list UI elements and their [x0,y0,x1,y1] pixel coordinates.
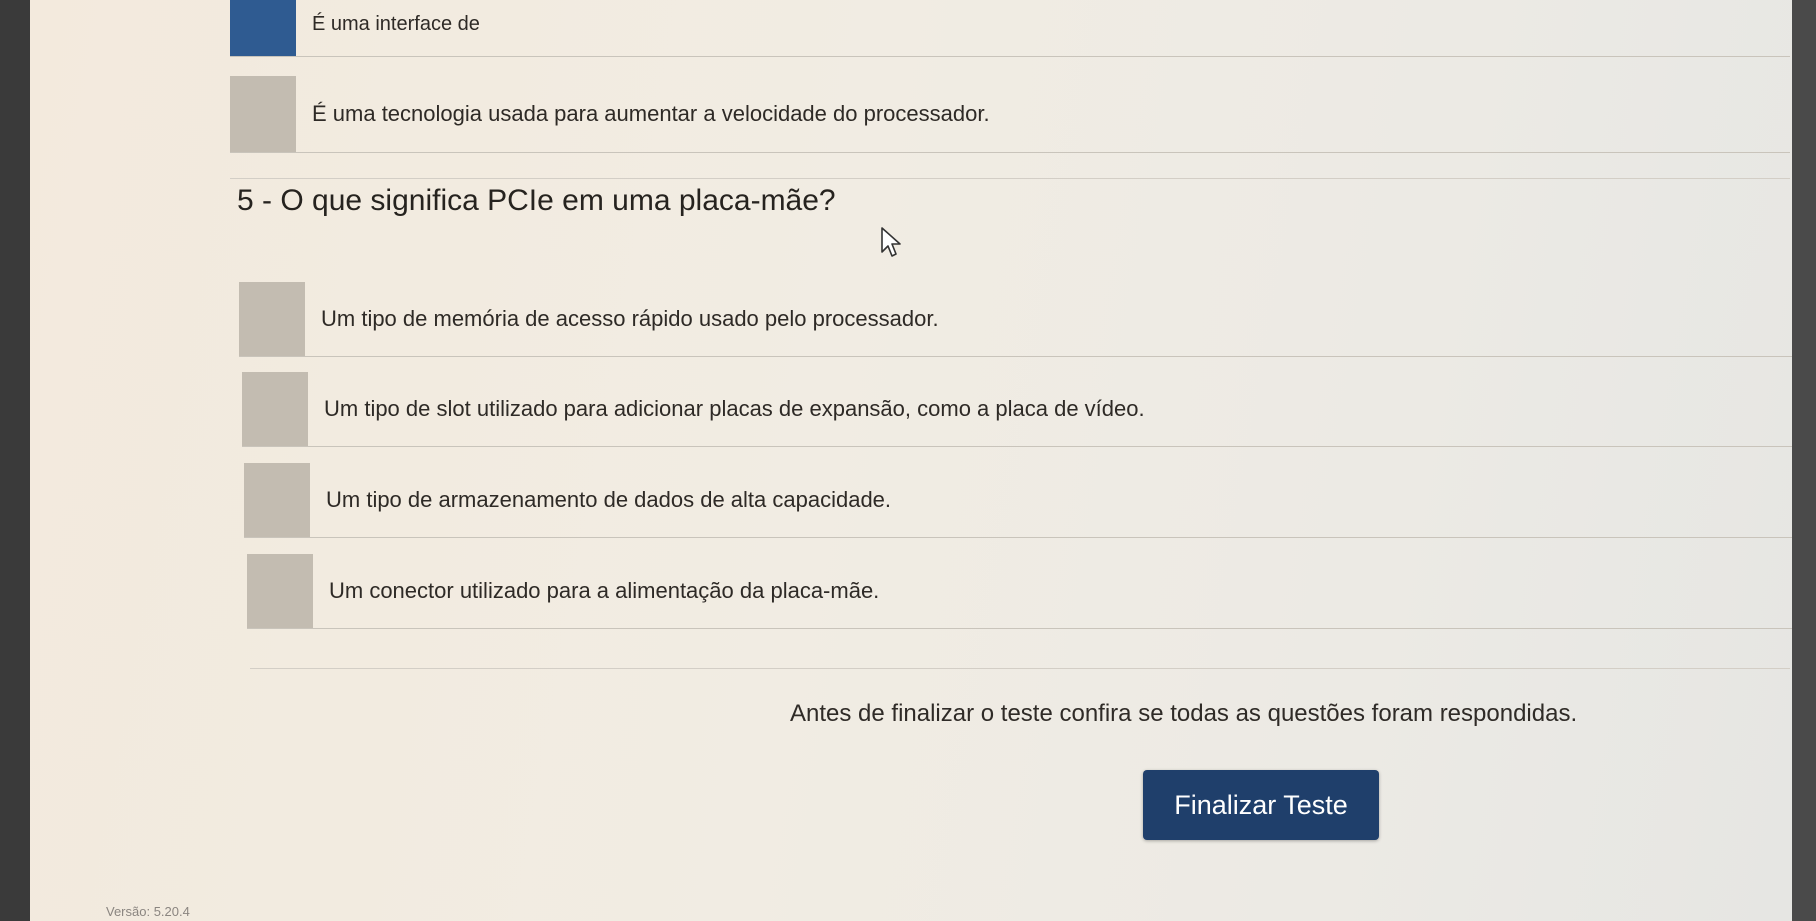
prev-option-2[interactable]: É uma tecnologia usada para aumentar a v… [230,76,1790,153]
monitor-bezel [1792,0,1816,921]
section-divider [250,668,1790,669]
option-label: Um tipo de armazenamento de dados de alt… [326,487,892,512]
option-label: Um tipo de memória de acesso rápido usad… [321,306,939,331]
option-label: Um tipo de slot utilizado para adicionar… [324,396,1145,421]
question-title: 5 - O que significa PCIe em uma placa-mã… [237,184,836,217]
option-marker[interactable] [242,372,308,446]
answer-option-2[interactable]: Um tipo de slot utilizado para adicionar… [242,372,1792,447]
question-divider [230,178,1790,179]
finish-notice: Antes de finalizar o teste confira se to… [790,700,1578,727]
option-label: É uma interface de [312,12,480,35]
answer-option-4[interactable]: Um conector utilizado para a alimentação… [247,554,1792,629]
option-marker[interactable] [247,554,313,628]
mouse-cursor-icon [881,227,901,257]
answer-option-3[interactable]: Um tipo de armazenamento de dados de alt… [244,463,1792,538]
option-marker[interactable] [244,463,310,537]
version-footer: Versão: 5.20.4 [106,904,190,919]
option-label: Um conector utilizado para a alimentação… [329,578,880,603]
option-label: É uma tecnologia usada para aumentar a v… [312,101,990,126]
option-marker[interactable] [230,76,296,152]
finish-test-button[interactable]: Finalizar Teste [1143,770,1379,840]
prev-option-1[interactable]: É uma interface de [230,0,1790,57]
quiz-page: É uma interface de É uma tecnologia usad… [30,0,1792,921]
option-selected-marker[interactable] [230,0,296,56]
option-marker[interactable] [239,282,305,356]
answer-option-1[interactable]: Um tipo de memória de acesso rápido usad… [239,282,1792,357]
